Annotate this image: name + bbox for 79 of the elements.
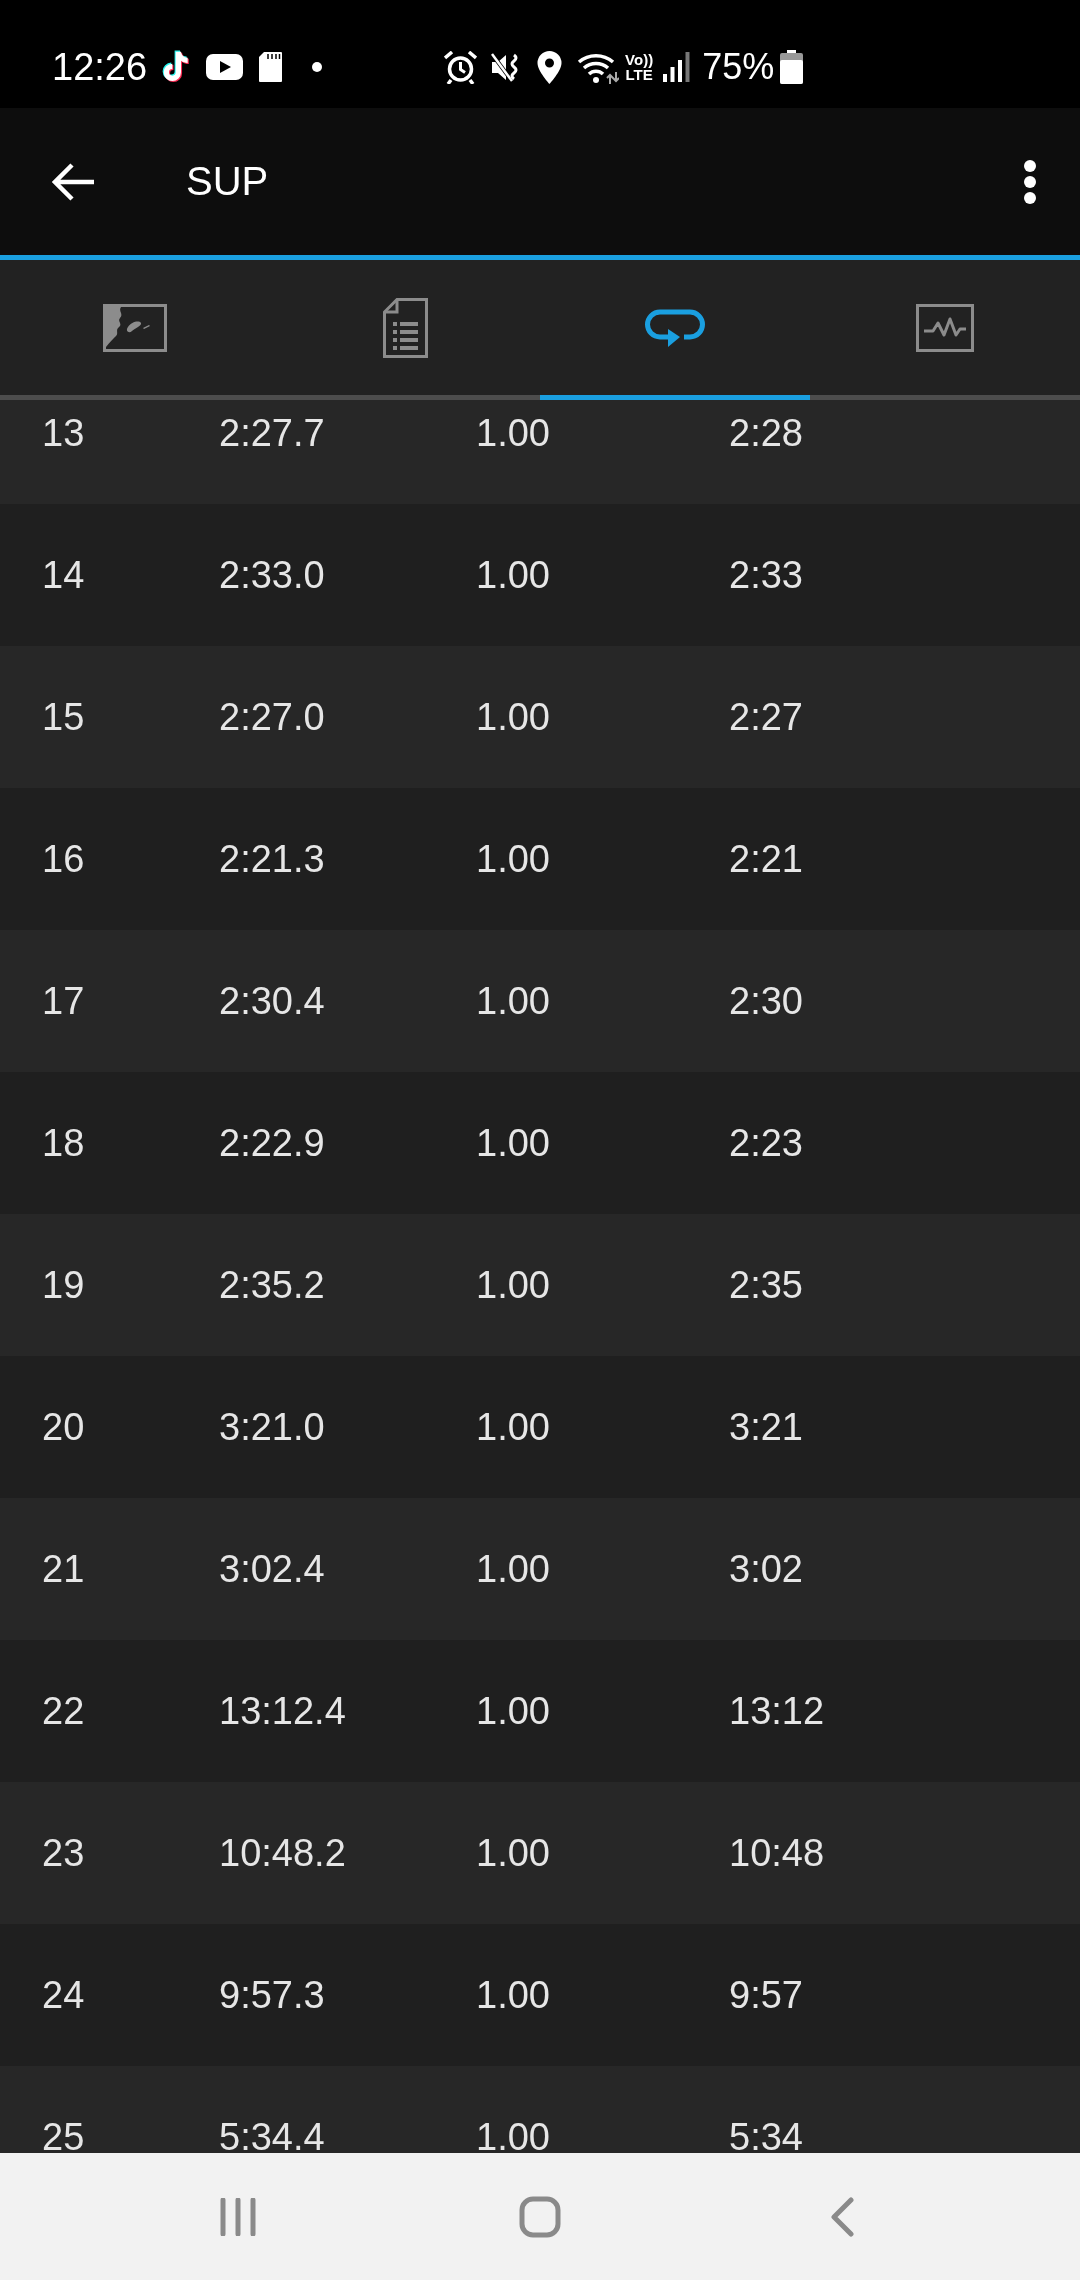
table-cell: 1.00	[476, 1973, 550, 2017]
table-cell: 2:23	[729, 1121, 803, 1165]
document-list-icon	[382, 297, 428, 358]
table-cell: 3:02	[729, 1547, 803, 1591]
table-cell: 1.00	[476, 1547, 550, 1591]
table-cell: 25	[42, 2115, 85, 2153]
back-chevron-icon	[829, 2196, 855, 2237]
table-cell: 1.00	[476, 553, 550, 597]
battery-icon	[780, 50, 804, 84]
table-cell: 21	[42, 1547, 85, 1591]
table-cell: 13	[42, 411, 85, 455]
table-cell: 2:33	[729, 553, 803, 597]
table-cell: 19	[42, 1263, 85, 1307]
table-cell: 2:28	[729, 411, 803, 455]
table-cell: 1.00	[476, 2115, 550, 2153]
table-cell: 2:27	[729, 695, 803, 739]
table-cell: 2:22.9	[219, 1121, 325, 1165]
status-time: 12:26	[52, 48, 148, 86]
table-cell: 2:27.7	[219, 411, 325, 455]
recent-apps-icon	[220, 2197, 256, 2236]
home-icon	[519, 2195, 561, 2238]
table-cell: 20	[42, 1405, 85, 1449]
table-cell: 23	[42, 1831, 85, 1875]
lap-row[interactable]: 17 2:30.4 1.00 2:30	[0, 930, 1080, 1072]
location-pin-icon	[537, 50, 563, 84]
table-cell: 2:35.2	[219, 1263, 325, 1307]
table-cell: 9:57	[729, 1973, 803, 2017]
table-cell: 13:12.4	[219, 1689, 346, 1733]
table-cell: 2:30.4	[219, 979, 325, 1023]
table-cell: 1.00	[476, 837, 550, 881]
volte-label: Vo))	[625, 52, 654, 67]
battery-percentage: 75%	[702, 49, 775, 85]
notification-dot-icon	[312, 62, 323, 72]
table-cell: 1.00	[476, 1263, 550, 1307]
table-cell: 1.00	[476, 411, 550, 455]
lap-row[interactable]: 23 10:48.2 1.00 10:48	[0, 1782, 1080, 1924]
table-cell: 17	[42, 979, 85, 1023]
table-cell: 14	[42, 553, 85, 597]
table-cell: 2:30	[729, 979, 803, 1023]
more-vertical-icon	[1023, 159, 1037, 204]
table-cell: 22	[42, 1689, 85, 1733]
activity-chart-icon	[916, 303, 974, 352]
table-cell: 10:48	[729, 1831, 825, 1875]
play-icon	[206, 54, 244, 80]
table-cell: 5:34	[729, 2115, 803, 2153]
table-cell: 18	[42, 1121, 85, 1165]
table-cell: 9:57.3	[219, 1973, 325, 2017]
table-cell: 5:34.4	[219, 2115, 325, 2153]
lap-row[interactable]: 13 2:27.7 1.00 2:28	[0, 400, 1080, 504]
table-cell: 2:35	[729, 1263, 803, 1307]
table-cell: 2:27.0	[219, 695, 325, 739]
alarm-clock-icon	[444, 50, 478, 84]
table-cell: 13:12	[729, 1689, 825, 1733]
table-cell: 1.00	[476, 1121, 550, 1165]
table-cell: 1.00	[476, 979, 550, 1023]
table-cell: 15	[42, 695, 85, 739]
table-cell: 2:21	[729, 837, 803, 881]
sd-card-icon	[259, 52, 283, 82]
table-cell: 2:21.3	[219, 837, 325, 881]
lap-row[interactable]: 21 3:02.4 1.00 3:02	[0, 1498, 1080, 1640]
lap-row[interactable]: 25 5:34.4 1.00 5:34	[0, 2066, 1080, 2153]
table-cell: 1.00	[476, 1405, 550, 1449]
table-cell: 24	[42, 1973, 85, 2017]
table-cell: 16	[42, 837, 85, 881]
table-cell: 3:21.0	[219, 1405, 325, 1449]
table-cell: 1.00	[476, 695, 550, 739]
map-icon	[103, 303, 167, 352]
table-cell: 1.00	[476, 1831, 550, 1875]
table-cell: 2:33.0	[219, 553, 325, 597]
lte-label: LTE	[625, 67, 653, 82]
table-cell: 1.00	[476, 1689, 550, 1733]
lap-row[interactable]: 19 2:35.2 1.00 2:35	[0, 1214, 1080, 1356]
lap-row[interactable]: 15 2:27.0 1.00 2:27	[0, 646, 1080, 788]
signal-bars-icon	[663, 52, 691, 82]
screen-title: SUP	[186, 159, 269, 204]
table-cell: 3:02.4	[219, 1547, 325, 1591]
table-cell: 10:48.2	[219, 1831, 346, 1875]
table-cell: 3:21	[729, 1405, 803, 1449]
back-arrow-icon	[52, 162, 96, 201]
